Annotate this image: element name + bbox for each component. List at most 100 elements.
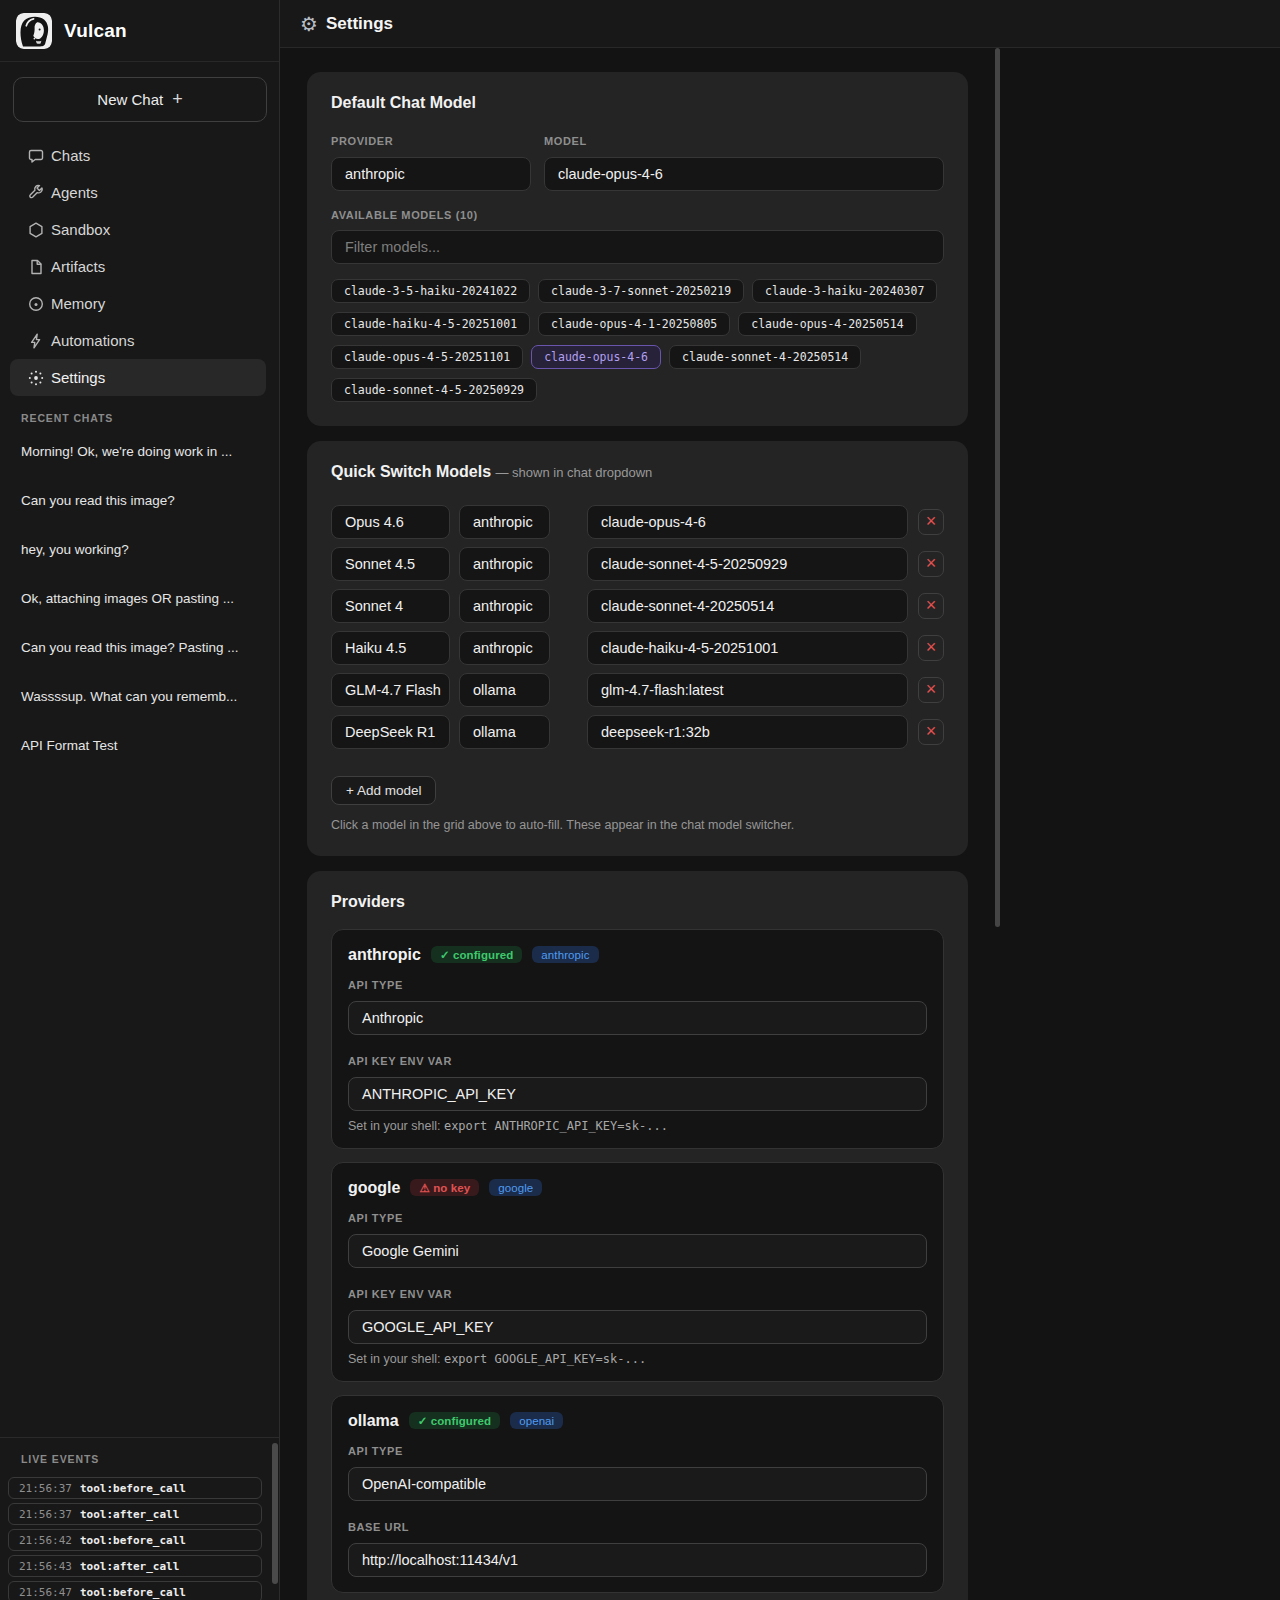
quick-model-name-input[interactable]: Opus 4.6 <box>331 505 450 539</box>
quick-model-provider-input[interactable]: anthropic <box>459 547 550 581</box>
remove-model-button[interactable]: × <box>918 593 944 619</box>
model-chip[interactable]: claude-opus-4-20250514 <box>738 312 916 336</box>
quick-model-id-input[interactable]: claude-opus-4-6 <box>587 505 908 539</box>
provider-field-input[interactable]: ANTHROPIC_API_KEY <box>348 1077 927 1111</box>
sidebar-item-memory[interactable]: Memory <box>10 285 266 322</box>
remove-model-button[interactable]: × <box>918 551 944 577</box>
provider-field-label: API TYPE <box>348 1446 927 1457</box>
sidebar-item-label: Automations <box>51 332 134 349</box>
provider-field-label: BASE URL <box>348 1522 927 1533</box>
recent-chat-item[interactable]: Ok, attaching images OR pasting ... <box>0 574 279 623</box>
quick-model-name-input[interactable]: Sonnet 4 <box>331 589 450 623</box>
quick-model-id-input[interactable]: claude-sonnet-4-20250514 <box>587 589 908 623</box>
recent-chats-label: RECENT CHATS <box>21 412 279 424</box>
provider-field: BASE URL http://localhost:11434/v1 <box>348 1522 927 1577</box>
quick-switch-subtitle: — shown in chat dropdown <box>495 465 652 480</box>
model-chip[interactable]: claude-sonnet-4-20250514 <box>669 345 861 369</box>
app-title: Vulcan <box>64 20 127 42</box>
recent-chat-item[interactable]: Wassssup. What can you rememb... <box>0 672 279 721</box>
quick-model-name-input[interactable]: GLM-4.7 Flash <box>331 673 450 707</box>
remove-model-button[interactable]: × <box>918 635 944 661</box>
sidebar-item-label: Settings <box>51 369 105 386</box>
section-title-quick-switch: Quick Switch Models — shown in chat drop… <box>331 463 944 481</box>
quick-model-provider-input[interactable]: anthropic <box>459 631 550 665</box>
wrench-icon <box>27 184 45 202</box>
available-models-grid: claude-3-5-haiku-20241022 claude-3-7-sonn… <box>331 279 944 402</box>
provider-field-label: API TYPE <box>348 1213 927 1224</box>
provider-name: ollama <box>348 1412 399 1429</box>
provider-field-input[interactable]: Google Gemini <box>348 1234 927 1268</box>
sidebar-item-sandbox[interactable]: Sandbox <box>10 211 266 248</box>
quick-model-provider-input[interactable]: ollama <box>459 715 550 749</box>
provider-field: API KEY ENV VARGOOGLE_API_KEY <box>348 1289 927 1344</box>
recent-chat-item[interactable]: Can you read this image? <box>0 476 279 525</box>
providers-card: Providers anthropic✓ configuredanthropic… <box>307 871 968 1600</box>
quick-model-name-input[interactable]: DeepSeek R1 <box>331 715 450 749</box>
sidebar-scrollbar[interactable] <box>272 1443 278 1584</box>
model-chip[interactable]: claude-opus-4-5-20251101 <box>331 345 523 369</box>
quick-model-id-input[interactable]: claude-haiku-4-5-20251001 <box>587 631 908 665</box>
live-events-label: LIVE EVENTS <box>21 1453 279 1465</box>
provider-field-input[interactable]: OpenAI-compatible <box>348 1467 927 1501</box>
providers-list: anthropic✓ configuredanthropicAPI TYPEAn… <box>331 929 944 1593</box>
model-chip[interactable]: claude-3-7-sonnet-20250219 <box>538 279 744 303</box>
filter-models-input[interactable]: Filter models... <box>331 230 944 264</box>
model-chip[interactable]: claude-3-5-haiku-20241022 <box>331 279 530 303</box>
model-input[interactable]: claude-opus-4-6 <box>544 157 944 191</box>
provider-status-badge: ✓ configured <box>409 1412 500 1429</box>
sidebar-item-label: Sandbox <box>51 221 110 238</box>
remove-model-button[interactable]: × <box>918 719 944 745</box>
quick-model-name-input[interactable]: Haiku 4.5 <box>331 631 450 665</box>
provider-field-input[interactable]: Anthropic <box>348 1001 927 1035</box>
quick-model-id-input[interactable]: glm-4.7-flash:latest <box>587 673 908 707</box>
main-area: ⚙ Settings Default Chat Model PROVIDER a… <box>280 0 1280 1600</box>
model-chip[interactable]: claude-opus-4-6 <box>531 345 661 369</box>
model-chip[interactable]: claude-opus-4-1-20250805 <box>538 312 730 336</box>
recent-chat-item[interactable]: Can you read this image? Pasting ... <box>0 623 279 672</box>
sidebar-item-settings[interactable]: Settings <box>10 359 266 396</box>
provider-type-badge: openai <box>510 1412 563 1429</box>
memory-icon <box>27 295 45 313</box>
model-chip[interactable]: claude-haiku-4-5-20251001 <box>331 312 530 336</box>
provider-field-input[interactable]: http://localhost:11434/v1 <box>348 1543 927 1577</box>
model-label: MODEL <box>544 136 944 147</box>
sidebar-item-agents[interactable]: Agents <box>10 174 266 211</box>
live-event-item: 21:56:43tool:after_call <box>8 1555 262 1577</box>
quick-switch-row: Sonnet 4.5 anthropic claude-sonnet-4-5-202… <box>331 547 944 581</box>
sidebar: Vulcan New Chat + Chats Agents Sandbox Arti… <box>0 0 280 1600</box>
provider-shell-hint: Set in your shell: export GOOGLE_API_KEY… <box>348 1352 927 1366</box>
sidebar-item-label: Artifacts <box>51 258 105 275</box>
main-scrollbar[interactable] <box>995 48 1000 927</box>
quick-model-id-input[interactable]: deepseek-r1:32b <box>587 715 908 749</box>
section-title-providers: Providers <box>331 893 944 910</box>
recent-chat-item[interactable]: hey, you working? <box>0 525 279 574</box>
provider-card-google: google⚠ no keygoogleAPI TYPEGoogle Gemin… <box>331 1162 944 1382</box>
recent-chat-item[interactable]: API Format Test <box>0 721 279 770</box>
quick-switch-row: Opus 4.6 anthropic claude-opus-4-6 × <box>331 505 944 539</box>
sidebar-item-artifacts[interactable]: Artifacts <box>10 248 266 285</box>
model-chip[interactable]: claude-3-haiku-20240307 <box>752 279 937 303</box>
remove-model-button[interactable]: × <box>918 677 944 703</box>
quick-model-provider-input[interactable]: anthropic <box>459 589 550 623</box>
provider-input[interactable]: anthropic <box>331 157 531 191</box>
model-chip[interactable]: claude-sonnet-4-5-20250929 <box>331 378 537 402</box>
quick-switch-rows: Opus 4.6anthropicclaude-opus-4-6×Sonnet … <box>331 505 944 749</box>
quick-model-provider-input[interactable]: ollama <box>459 673 550 707</box>
quick-switch-row: Haiku 4.5 anthropic claude-haiku-4-5-20251… <box>331 631 944 665</box>
quick-model-provider-input[interactable]: anthropic <box>459 505 550 539</box>
live-event-item: 21:56:37tool:before_call <box>8 1477 262 1499</box>
close-icon: × <box>926 680 937 698</box>
recent-chat-item[interactable]: Morning! Ok, we're doing work in ... <box>0 427 279 476</box>
sidebar-item-automations[interactable]: Automations <box>10 322 266 359</box>
provider-status-badge: ✓ configured <box>431 946 522 963</box>
provider-field: API TYPE Google Gemini <box>348 1213 927 1268</box>
provider-field-input[interactable]: GOOGLE_API_KEY <box>348 1310 927 1344</box>
add-model-button[interactable]: + Add model <box>331 776 436 805</box>
recent-chats-list: Morning! Ok, we're doing work in ...Can … <box>0 427 279 770</box>
new-chat-button[interactable]: New Chat + <box>13 77 267 122</box>
quick-model-name-input[interactable]: Sonnet 4.5 <box>331 547 450 581</box>
sidebar-item-label: Agents <box>51 184 98 201</box>
sidebar-item-chats[interactable]: Chats <box>10 137 266 174</box>
quick-model-id-input[interactable]: claude-sonnet-4-5-20250929 <box>587 547 908 581</box>
remove-model-button[interactable]: × <box>918 509 944 535</box>
